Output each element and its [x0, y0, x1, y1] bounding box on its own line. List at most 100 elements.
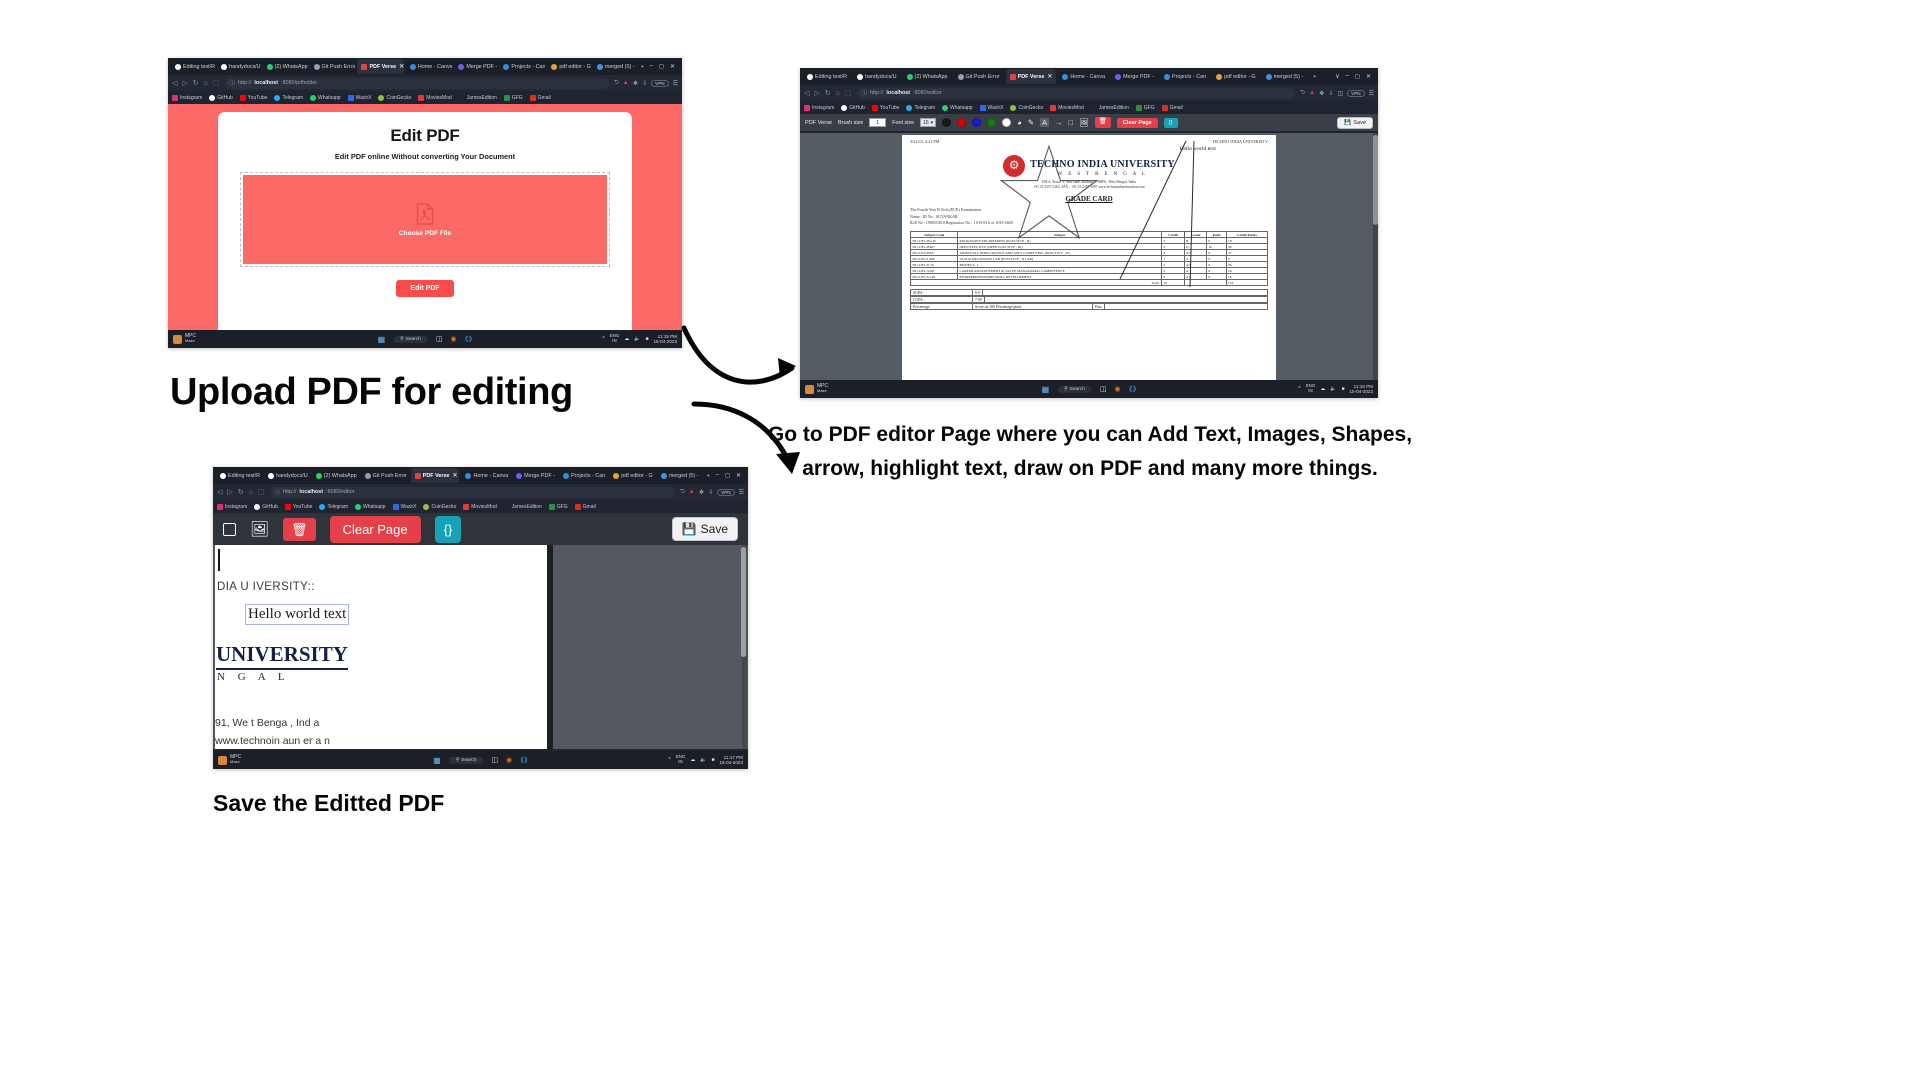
volume-icon[interactable]: 🔈: [634, 336, 640, 342]
wifi-icon[interactable]: ☁: [1320, 386, 1325, 392]
taskbar-user[interactable]: MPC Maze: [218, 754, 241, 766]
back-icon[interactable]: ◁: [217, 488, 222, 496]
puzzle-icon[interactable]: ❖: [699, 489, 704, 496]
forward-icon[interactable]: ▷: [227, 488, 232, 496]
download-icon[interactable]: ⇩: [1328, 90, 1333, 97]
pdf-page[interactable]: 3/22/23, 4:21 PM TECHNO INDIA UNIVERSITY…: [902, 135, 1276, 380]
puzzle-icon[interactable]: ❖: [1319, 90, 1324, 97]
clock-1[interactable]: 11:15 PM 15-04-2023: [654, 334, 678, 345]
firefox-icon[interactable]: ◉: [1115, 385, 1121, 393]
language-indicator[interactable]: ENG IN: [610, 333, 620, 344]
close-window-icon[interactable]: ✕: [736, 472, 741, 479]
vscode-icon[interactable]: ⟪⟫: [520, 756, 528, 764]
back-icon[interactable]: ◁: [804, 89, 809, 97]
bookmark-jamesedition[interactable]: JamesEdition: [458, 94, 497, 101]
tab-6[interactable]: Merge PDF -: [512, 468, 557, 483]
vscode-icon[interactable]: ⟪⟫: [1129, 385, 1137, 393]
forward-icon[interactable]: ▷: [182, 79, 187, 87]
save-button[interactable]: 💾 Save: [671, 517, 738, 541]
share-icon[interactable]: ⮌: [680, 487, 685, 497]
chevron-down-icon[interactable]: ∨: [1335, 73, 1339, 80]
new-tab-button[interactable]: +: [703, 468, 714, 483]
rectangle-icon[interactable]: [223, 522, 236, 536]
close-tab-icon[interactable]: ✕: [1047, 73, 1052, 80]
delete-button[interactable]: 🗑: [1094, 117, 1111, 128]
edit-pdf-button[interactable]: Edit PDF: [396, 280, 454, 297]
color-swatch-red[interactable]: [957, 118, 967, 127]
bookmark-youtube[interactable]: YouTube: [239, 94, 267, 101]
trash-icon[interactable]: 🗑: [283, 517, 316, 541]
tab-9[interactable]: merged (5) -: [657, 468, 701, 483]
color-swatch-white[interactable]: [1002, 118, 1012, 127]
wifi-icon[interactable]: ☁: [624, 336, 629, 342]
bookmark-jamesedition[interactable]: JamesEdition: [503, 503, 542, 510]
tab-3[interactable]: Git Push Error: [310, 59, 355, 74]
scrollbar-thumb[interactable]: [1373, 135, 1378, 225]
wifi-icon[interactable]: ☁: [690, 757, 695, 763]
bookmark-gmail[interactable]: Gmail: [529, 94, 551, 101]
tab-7[interactable]: Projects - Can: [499, 59, 545, 74]
maximize-icon[interactable]: ◻: [1355, 73, 1360, 80]
new-tab-button[interactable]: +: [637, 59, 648, 74]
bookmark-coingecko[interactable]: CoinGecko: [1010, 104, 1043, 111]
bookmark-moviesmod[interactable]: MoviesMod: [1050, 104, 1084, 111]
bookmark-moviesmod[interactable]: MoviesMod: [418, 94, 452, 101]
battery-icon[interactable]: ■: [1341, 386, 1344, 392]
pdf-canvas-area[interactable]: 3/22/23, 4:21 PM TECHNO INDIA UNIVERSITY…: [800, 133, 1378, 380]
tab-5[interactable]: Home - Canva: [461, 468, 510, 483]
vpn-badge[interactable]: VPN: [717, 488, 735, 496]
menu-icon[interactable]: ☰: [1369, 90, 1374, 97]
start-icon[interactable]: ▦: [433, 756, 441, 765]
bookmark-moviesmod[interactable]: MoviesMod: [463, 503, 497, 510]
battery-icon[interactable]: ■: [711, 757, 714, 763]
vscode-icon[interactable]: ⟪⟫: [465, 335, 473, 343]
tab-4-active[interactable]: PDF Verse ✕: [357, 59, 404, 74]
tab-3[interactable]: Git Push Error: [361, 468, 409, 483]
taskbar-user[interactable]: MPC Maze: [805, 383, 828, 395]
volume-icon[interactable]: 🔈: [700, 757, 706, 763]
bookmark-wazirx[interactable]: WazirX: [347, 94, 371, 101]
start-icon[interactable]: ▦: [1042, 385, 1050, 394]
bookmark-youtube[interactable]: YouTube: [284, 503, 312, 510]
share-icon[interactable]: ⮌: [1300, 88, 1305, 98]
taskbar-user[interactable]: MPC Maze: [173, 333, 196, 345]
tab-6[interactable]: Merge PDF -: [1111, 69, 1158, 84]
task-view-icon[interactable]: ◫: [491, 756, 498, 764]
bookmark-wazirx[interactable]: WazirX: [979, 104, 1003, 111]
bookmark-telegram[interactable]: Telegram: [274, 94, 303, 101]
zoomed-pdf-page[interactable]: DIA U IVERSITY:: Hello world text UNIVER…: [215, 545, 547, 749]
language-indicator[interactable]: ENG IN: [676, 754, 686, 765]
home-icon[interactable]: ⌂: [204, 80, 208, 87]
bookmark-instagram[interactable]: Instagram: [217, 503, 247, 510]
chevron-up-icon[interactable]: ^: [1298, 386, 1300, 392]
split-screen-icon[interactable]: ⬚: [213, 79, 220, 87]
share-icon[interactable]: ⮌: [614, 78, 619, 88]
color-swatch-green[interactable]: [987, 118, 997, 127]
tab-6[interactable]: Merge PDF -: [454, 59, 497, 74]
clock-2[interactable]: 11:16 PM 15-04-2023: [1350, 384, 1374, 395]
eraser-icon[interactable]: ◕: [1017, 119, 1022, 127]
zoomed-canvas-area[interactable]: DIA U IVERSITY:: Hello world text UNIVER…: [213, 545, 748, 749]
language-indicator[interactable]: ENG IN: [1306, 383, 1316, 394]
tab-9[interactable]: merged (5) -: [1262, 69, 1308, 84]
bookmark-youtube[interactable]: YouTube: [871, 104, 899, 111]
volume-icon[interactable]: 🔈: [1330, 386, 1336, 392]
minimize-icon[interactable]: –: [650, 63, 653, 70]
clock-3[interactable]: 11:17 PM 15-04-2023: [720, 755, 744, 766]
taskbar-search[interactable]: ⚲ Search: [448, 756, 484, 764]
split-screen-icon[interactable]: ⬚: [258, 488, 265, 496]
reload-icon[interactable]: ↻: [238, 488, 244, 496]
chevron-up-icon[interactable]: ^: [602, 336, 604, 342]
code-button[interactable]: {}: [1163, 117, 1178, 128]
tab-7[interactable]: Projects - Can: [1160, 69, 1210, 84]
tab-3[interactable]: Git Push Error: [954, 69, 1004, 84]
url-input[interactable]: ⓘ http://localhost:8080/pdfeditor: [224, 77, 609, 89]
color-swatch-black[interactable]: [942, 118, 952, 127]
bookmark-instagram[interactable]: Instagram: [804, 104, 834, 111]
home-icon[interactable]: ⌂: [249, 489, 253, 496]
taskbar-search[interactable]: ⚲ Search: [393, 335, 428, 343]
tab-1[interactable]: handydocs/U: [217, 59, 261, 74]
start-icon[interactable]: ▦: [378, 335, 386, 344]
tab-5[interactable]: Home - Canva: [406, 59, 452, 74]
bookmark-wazirx[interactable]: WazirX: [392, 503, 416, 510]
